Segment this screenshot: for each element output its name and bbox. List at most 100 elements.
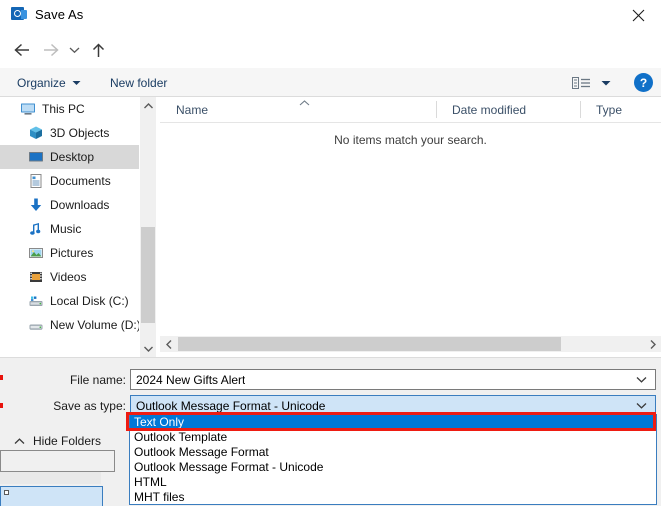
- close-button[interactable]: [616, 0, 661, 30]
- file-list-pane: Name Date modified Type No items match y…: [160, 97, 661, 357]
- file-name-label: File name:: [69, 373, 126, 387]
- hard-drive-icon: [28, 293, 44, 309]
- chevron-left-icon: [165, 339, 171, 349]
- file-name-input[interactable]: 2024 New Gifts Alert: [130, 369, 656, 390]
- column-header-type[interactable]: Type: [580, 97, 661, 122]
- chevron-up-icon: [143, 102, 153, 108]
- sidebar-item-local-disk-c[interactable]: Local Disk (C:): [0, 289, 139, 313]
- up-button[interactable]: [84, 37, 112, 63]
- chevron-up-icon: [14, 437, 25, 445]
- sidebar-item-label: Documents: [50, 174, 111, 188]
- picture-icon: [28, 245, 44, 261]
- sidebar-item-label: Local Disk (C:): [50, 294, 129, 308]
- file-list-horizontal-scrollbar[interactable]: [160, 336, 661, 352]
- dropdown-option-mht-files[interactable]: MHT files: [130, 489, 656, 504]
- forward-button[interactable]: [36, 37, 64, 63]
- help-button[interactable]: ?: [634, 73, 653, 92]
- scrollbar-thumb[interactable]: [178, 337, 561, 351]
- organize-button[interactable]: Organize: [17, 73, 81, 93]
- new-folder-button[interactable]: New folder: [110, 73, 167, 93]
- hard-drive-icon: [28, 317, 44, 333]
- column-label: Type: [596, 102, 623, 117]
- column-header-row: Name Date modified Type: [160, 97, 661, 123]
- sidebar-item-label: Desktop: [50, 150, 95, 164]
- new-folder-label: New folder: [110, 76, 168, 90]
- sidebar-item-music[interactable]: Music: [0, 217, 139, 241]
- navigation-bar: « Desktop › Office 365 emails Search Off…: [0, 31, 661, 92]
- dropdown-option-outlook-message-format-unicode[interactable]: Outlook Message Format - Unicode: [130, 459, 656, 474]
- title-bar-left: Save As: [11, 6, 83, 22]
- sidebar-item-desktop[interactable]: Desktop: [0, 145, 139, 169]
- computer-icon: [20, 101, 36, 117]
- save-as-dialog: Save As Organize New folder ? This PC 3D…: [0, 0, 661, 506]
- dropdown-option-outlook-message-format[interactable]: Outlook Message Format: [130, 444, 656, 459]
- documents-icon: [28, 173, 44, 189]
- sidebar-item-label: New Volume (D:): [50, 318, 139, 332]
- column-label: Name: [176, 102, 209, 117]
- sort-ascending-icon: [298, 99, 310, 107]
- desktop-icon: [28, 149, 44, 165]
- sidebar-item-downloads[interactable]: Downloads: [0, 193, 139, 217]
- arrow-right-icon: [43, 43, 59, 57]
- organize-label: Organize: [17, 76, 66, 90]
- file-name-value: 2024 New Gifts Alert: [136, 372, 246, 387]
- cube-icon: [28, 125, 44, 141]
- sidebar-item-label: Videos: [50, 270, 87, 284]
- command-bar: Organize New folder ?: [0, 68, 661, 97]
- save-as-type-value: Outlook Message Format - Unicode: [136, 398, 326, 413]
- save-as-type-label: Save as type:: [53, 399, 126, 413]
- navigation-pane: This PC 3D Objects Desktop Documents Dow…: [0, 97, 139, 357]
- save-as-type-dropdown-list[interactable]: Text Only Outlook Template Outlook Messa…: [129, 414, 657, 505]
- recent-locations-button[interactable]: [64, 37, 84, 63]
- sidebar-item-label: Pictures: [50, 246, 94, 260]
- chevron-down-icon: [69, 47, 79, 54]
- music-note-icon: [28, 221, 44, 237]
- scroll-up-button[interactable]: [140, 97, 156, 114]
- column-label: Date modified: [452, 102, 527, 117]
- navigation-pane-scrollbar[interactable]: [139, 97, 156, 357]
- sidebar-item-new-volume-d[interactable]: New Volume (D:): [0, 313, 139, 337]
- scroll-down-button[interactable]: [140, 340, 156, 357]
- chevron-down-icon[interactable]: [636, 376, 647, 383]
- chevron-down-icon: [72, 80, 81, 86]
- chevron-down-icon: [601, 80, 611, 85]
- back-button[interactable]: [8, 37, 36, 63]
- hide-folders-label: Hide Folders: [33, 434, 102, 448]
- view-options-button[interactable]: [598, 73, 614, 93]
- arrow-left-icon: [13, 43, 29, 57]
- change-view-button[interactable]: [572, 73, 596, 93]
- dropdown-option-html[interactable]: HTML: [130, 474, 656, 489]
- column-header-date-modified[interactable]: Date modified: [436, 97, 580, 122]
- dialog-spacer: [0, 472, 101, 484]
- close-icon: [632, 9, 645, 21]
- background-window-strip: [0, 486, 103, 506]
- window-title: Save As: [35, 6, 84, 22]
- sidebar-item-label: 3D Objects: [50, 126, 110, 140]
- dialog-button-panel: [0, 450, 115, 472]
- sidebar-item-label: Downloads: [50, 198, 110, 212]
- scrollbar-thumb[interactable]: [141, 227, 155, 323]
- sidebar-item-pictures[interactable]: Pictures: [0, 241, 139, 265]
- empty-list-message: No items match your search.: [334, 133, 487, 147]
- sidebar-item-3d-objects[interactable]: 3D Objects: [0, 121, 139, 145]
- annotation-edge-mark: [0, 403, 3, 408]
- scroll-right-button[interactable]: [644, 336, 661, 352]
- chevron-right-icon: [650, 339, 656, 349]
- dropdown-option-outlook-template[interactable]: Outlook Template: [130, 429, 656, 444]
- outlook-icon: [11, 6, 27, 22]
- chevron-down-icon[interactable]: [636, 402, 647, 409]
- video-film-icon: [28, 269, 44, 285]
- sidebar-item-label: Music: [50, 222, 82, 236]
- sidebar-item-documents[interactable]: Documents: [0, 169, 139, 193]
- sidebar-item-videos[interactable]: Videos: [0, 265, 139, 289]
- hide-folders-button[interactable]: Hide Folders: [14, 431, 101, 451]
- chevron-down-icon: [143, 346, 153, 352]
- annotation-edge-mark: [0, 375, 3, 380]
- scroll-left-button[interactable]: [160, 336, 177, 352]
- arrow-up-icon: [92, 42, 104, 57]
- save-as-type-combobox[interactable]: Outlook Message Format - Unicode: [130, 395, 656, 416]
- sidebar-item-this-pc[interactable]: This PC: [0, 97, 139, 121]
- dropdown-option-text-only[interactable]: Text Only: [130, 414, 656, 429]
- download-icon: [28, 197, 44, 213]
- view-layout-icon: [572, 76, 590, 89]
